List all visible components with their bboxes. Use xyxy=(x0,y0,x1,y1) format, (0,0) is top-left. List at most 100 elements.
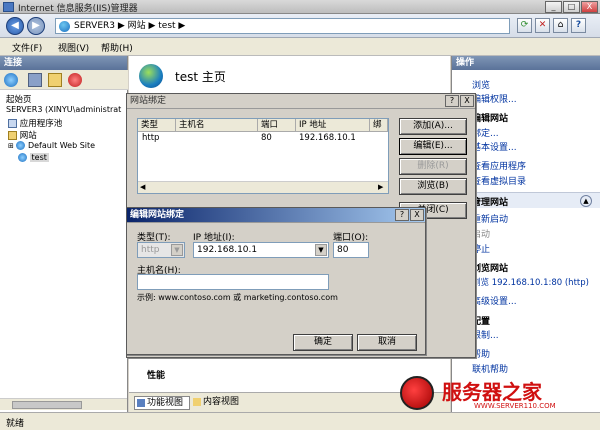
group-browse-site: 浏览网站 xyxy=(472,264,509,274)
address-bar: ◀ ▶ SERVER3 ▶ 网站 ▶ test ▶ ⟳ ✕ ⌂ ? xyxy=(0,14,600,38)
refresh-icon[interactable]: ⟳ xyxy=(517,18,532,33)
ip-value: 192.168.10.1 xyxy=(197,245,258,255)
window-titlebar: Internet 信息服务(IIS)管理器 _ □ X xyxy=(0,0,600,14)
edit-binding-button[interactable]: 编辑(E)... xyxy=(399,138,467,155)
action-advanced-settings[interactable]: 高级设置... xyxy=(472,294,517,307)
status-text: 就绪 xyxy=(6,419,25,429)
action-basic-settings[interactable]: 基本设置... xyxy=(472,140,517,153)
tree-test-site[interactable]: test xyxy=(18,153,49,162)
ip-select[interactable]: 192.168.10.1 ▼ xyxy=(193,242,329,258)
section-performance: 性能 xyxy=(147,371,166,381)
connect-icon[interactable] xyxy=(4,73,18,87)
group-edit-site: 编辑网站 xyxy=(472,114,509,124)
cancel-button[interactable]: 取消 xyxy=(357,334,417,351)
app-pool-icon xyxy=(8,119,17,128)
menu-view[interactable]: 视图(V) xyxy=(58,41,89,54)
globe-icon xyxy=(59,21,70,32)
watermark-brand: 服务器之家 xyxy=(442,380,542,404)
save-icon[interactable] xyxy=(28,73,42,87)
tree-app-pools[interactable]: 应用程序池 xyxy=(8,117,62,129)
tree-sites[interactable]: 网站 xyxy=(8,129,37,141)
browse-binding-button[interactable]: 浏览(B) xyxy=(399,178,467,195)
host-input[interactable] xyxy=(137,274,329,290)
help-icon[interactable]: ? xyxy=(571,18,586,33)
cell-ip: 192.168.10.1 xyxy=(299,133,356,143)
action-view-applications[interactable]: 查看应用程序 xyxy=(472,159,526,172)
menu-bar: 文件(F) 视图(V) 帮助(H) xyxy=(0,38,600,56)
col-type[interactable]: 类型 xyxy=(138,119,176,132)
watermark-url: WWW.SERVER110.COM xyxy=(474,402,556,410)
tab-features-view[interactable]: 功能视图 xyxy=(134,396,190,410)
watermark-logo xyxy=(400,376,434,410)
tree-sites-label: 网站 xyxy=(19,131,37,141)
scroll-left-icon[interactable]: ◀ xyxy=(140,183,145,191)
type-select: http ▼ xyxy=(137,242,185,258)
minimize-button[interactable]: _ xyxy=(545,1,562,13)
ok-button[interactable]: 确定 xyxy=(293,334,353,351)
cell-port: 80 xyxy=(261,133,272,143)
bindings-hscrollbar[interactable]: ◀ ▶ xyxy=(138,181,388,193)
connections-toolbar xyxy=(0,70,128,90)
tab-content-view[interactable]: 内容视图 xyxy=(191,396,251,410)
connections-hscrollbar[interactable] xyxy=(0,398,127,410)
edit-binding-title: 编辑网站绑定 xyxy=(127,208,425,223)
tree-default-site-label: Default Web Site xyxy=(27,141,96,150)
action-restart[interactable]: 重新启动 xyxy=(472,212,508,225)
collapse-icon[interactable]: ▲ xyxy=(580,195,592,207)
features-icon xyxy=(137,399,145,407)
port-input[interactable]: 80 xyxy=(333,242,369,258)
stop-icon[interactable]: ✕ xyxy=(535,18,550,33)
breadcrumb[interactable]: SERVER3 ▶ 网站 ▶ test ▶ xyxy=(55,18,510,34)
menu-help[interactable]: 帮助(H) xyxy=(101,41,133,54)
iis-app-icon xyxy=(3,2,14,12)
edit-binding-dialog: 编辑网站绑定 ? X 类型(T): http ▼ IP 地址(I): 192.1… xyxy=(126,207,426,355)
scroll-right-icon[interactable]: ▶ xyxy=(378,183,383,191)
col-ip[interactable]: IP 地址 xyxy=(296,119,370,132)
scroll-thumb[interactable] xyxy=(12,401,82,409)
connections-pane: 连接 起始页 SERVER3 (XINYU\administrat 应用程序池 … xyxy=(0,56,128,412)
status-bar: 就绪 xyxy=(0,412,600,430)
expand-icon[interactable]: ⊞ xyxy=(8,142,14,150)
chevron-down-icon[interactable]: ▼ xyxy=(315,244,327,256)
tab-content-label: 内容视图 xyxy=(203,397,240,407)
tree-start-page[interactable]: 起始页 xyxy=(6,93,32,105)
action-browse-url[interactable]: 浏览 192.168.10.1:80 (http) xyxy=(472,276,589,288)
disconnect-icon[interactable] xyxy=(68,73,82,87)
breadcrumb-text: SERVER3 ▶ 网站 ▶ test ▶ xyxy=(74,21,186,31)
col-binding[interactable]: 绑定 xyxy=(370,119,388,132)
menu-file[interactable]: 文件(F) xyxy=(12,41,42,54)
col-port[interactable]: 端口 xyxy=(258,119,296,132)
tree-test-site-label: test xyxy=(29,153,49,162)
folder-icon[interactable] xyxy=(48,73,62,87)
site-globe-icon xyxy=(16,141,26,150)
action-edit-permissions[interactable]: 编辑权限... xyxy=(472,92,517,105)
edit-dialog-close-button[interactable]: X xyxy=(410,209,424,221)
close-window-button[interactable]: X xyxy=(581,1,598,13)
remove-binding-button: 删除(R) xyxy=(399,158,467,175)
maximize-button[interactable]: □ xyxy=(563,1,580,13)
tree-server[interactable]: SERVER3 (XINYU\administrat xyxy=(6,105,121,114)
window-title: Internet 信息服务(IIS)管理器 xyxy=(18,4,138,14)
forward-button[interactable]: ▶ xyxy=(27,17,45,35)
add-binding-button[interactable]: 添加(A)... xyxy=(399,118,467,135)
back-button[interactable]: ◀ xyxy=(6,17,24,35)
type-value: http xyxy=(141,245,160,255)
site-bindings-title: 网站绑定 xyxy=(127,94,475,109)
page-title: test 主页 xyxy=(175,70,226,84)
table-row[interactable]: http 80 192.168.10.1 xyxy=(139,133,387,145)
tree-app-pools-label: 应用程序池 xyxy=(19,119,63,129)
main-header: test 主页 xyxy=(129,56,450,96)
site-globe-icon xyxy=(139,64,163,88)
dialog-close-button[interactable]: X xyxy=(460,95,474,107)
edit-dialog-help-button[interactable]: ? xyxy=(395,209,409,221)
tree-default-site[interactable]: ⊞ Default Web Site xyxy=(8,141,95,150)
action-view-virtual-dirs[interactable]: 查看虚拟目录 xyxy=(472,174,526,187)
home-icon[interactable]: ⌂ xyxy=(553,18,568,33)
sites-folder-icon xyxy=(8,131,17,140)
action-browse[interactable]: 浏览 xyxy=(472,78,490,91)
cell-type: http xyxy=(142,133,160,143)
bindings-list[interactable]: 类型 主机名 端口 IP 地址 绑定 http 80 192.168.10.1 … xyxy=(137,118,389,194)
dialog-help-button[interactable]: ? xyxy=(445,95,459,107)
col-host[interactable]: 主机名 xyxy=(176,119,258,132)
group-manage-site: 管理网站 xyxy=(472,198,509,208)
